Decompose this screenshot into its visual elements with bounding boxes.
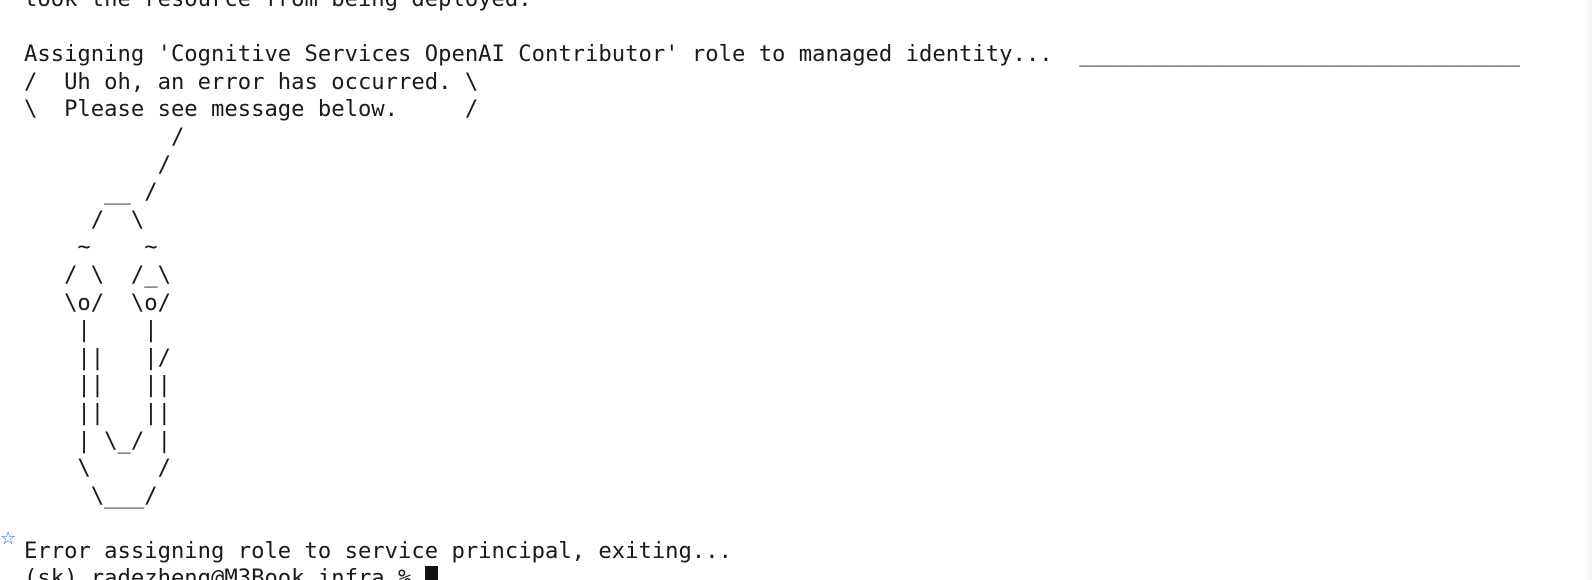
- ascii-art-line: / Uh oh, an error has occurred. \: [24, 68, 479, 95]
- output-line: Assigning 'Cognitive Services OpenAI Con…: [24, 41, 1521, 68]
- output-line: took the resource from being deployed.: [24, 0, 1592, 14]
- terminal-window[interactable]: took the resource from being deployed. A…: [0, 0, 1592, 580]
- ascii-art-line: /: [24, 151, 171, 178]
- ascii-art-line: __ /: [24, 179, 158, 206]
- error-message: Error assigning role to service principa…: [24, 537, 732, 564]
- ascii-art-line: \ /: [24, 455, 171, 482]
- bookmark-marker-icon[interactable]: ☆: [0, 528, 16, 550]
- ascii-art-line: \ Please see message below. /: [24, 96, 479, 123]
- prompt-text: (sk) radezheng@M3Book infra %: [24, 565, 425, 580]
- text-cursor: [424, 566, 438, 580]
- ascii-art-line: || |/: [24, 344, 171, 371]
- ascii-art-line: | |: [24, 317, 158, 344]
- window-edge: [1582, 0, 1592, 580]
- ascii-art-line: \o/ \o/: [24, 289, 171, 316]
- ascii-art-line: || ||: [24, 399, 171, 426]
- command-prompt[interactable]: (sk) radezheng@M3Book infra %: [24, 565, 1592, 580]
- ascii-art-line: || ||: [24, 372, 171, 399]
- ascii-art-line: | \_/ |: [24, 427, 171, 454]
- ascii-art-line: ~ ~: [24, 234, 158, 261]
- ascii-art-line: / \ /_\: [24, 261, 171, 288]
- ascii-art-line: \___/: [24, 482, 158, 509]
- ascii-art-line: /: [24, 123, 185, 150]
- terminal-output: took the resource from being deployed. A…: [24, 0, 1592, 580]
- ascii-art-line: / \: [24, 206, 145, 233]
